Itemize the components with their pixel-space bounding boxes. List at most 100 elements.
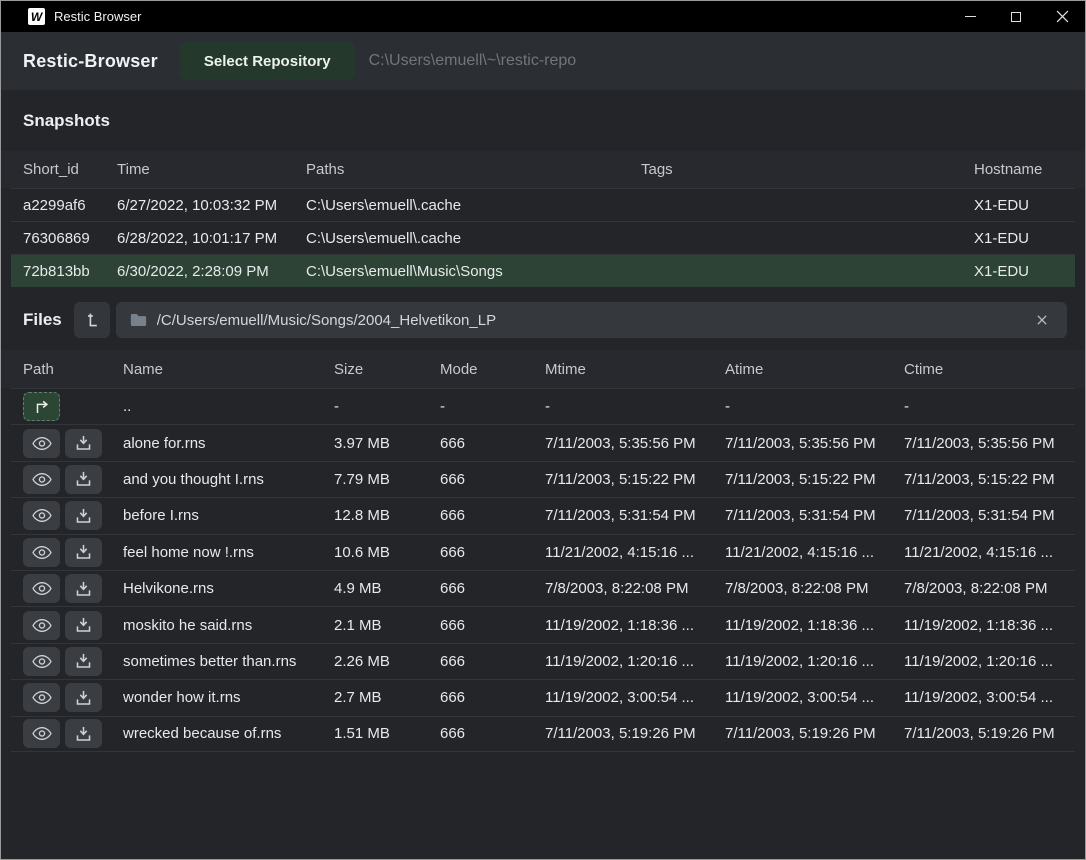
download-file-button[interactable] <box>65 501 102 530</box>
eye-icon <box>32 436 52 451</box>
column-paths: Paths <box>294 161 629 178</box>
file-cell-mode: 666 <box>428 653 533 670</box>
download-file-button[interactable] <box>65 647 102 676</box>
snapshot-row[interactable]: 72b813bb6/30/2022, 2:28:09 PMC:\Users\em… <box>11 254 1075 287</box>
eye-icon <box>32 508 52 523</box>
current-path-text: /C/Users/emuell/Music/Songs/2004_Helveti… <box>157 312 496 329</box>
download-icon <box>75 617 92 633</box>
tree-view-toggle-button[interactable] <box>74 302 110 338</box>
eye-icon <box>32 472 52 487</box>
file-cell-mtime: 7/11/2003, 5:15:22 PM <box>533 471 713 488</box>
minimize-button[interactable] <box>947 1 993 32</box>
download-icon <box>75 726 92 742</box>
snapshot-cell-hostname: X1-EDU <box>962 263 1075 280</box>
download-file-button[interactable] <box>65 574 102 603</box>
file-cell-atime: 7/11/2003, 5:31:54 PM <box>713 507 892 524</box>
select-repository-button[interactable]: Select Repository <box>180 42 355 80</box>
go-up-button[interactable] <box>23 392 60 421</box>
column-ctime: Ctime <box>892 361 1075 378</box>
file-cell-mtime: 7/11/2003, 5:35:56 PM <box>533 435 713 452</box>
file-cell-size: 7.79 MB <box>322 471 428 488</box>
snapshot-cell-hostname: X1-EDU <box>962 197 1075 214</box>
snapshot-cell-time: 6/27/2022, 10:03:32 PM <box>105 197 294 214</box>
file-cell-atime: 11/21/2002, 4:15:16 ... <box>713 544 892 561</box>
file-cell-name: sometimes better than.rns <box>111 653 322 670</box>
file-cell-size: - <box>322 398 428 415</box>
download-file-button[interactable] <box>65 683 102 712</box>
file-cell-ctime: 7/8/2003, 8:22:08 PM <box>892 580 1075 597</box>
file-cell-name: moskito he said.rns <box>111 617 322 634</box>
eye-icon <box>32 545 52 560</box>
preview-file-button[interactable] <box>23 574 60 603</box>
file-cell-atime: 7/11/2003, 5:35:56 PM <box>713 435 892 452</box>
snapshot-row[interactable]: a2299af66/27/2022, 10:03:32 PMC:\Users\e… <box>11 188 1075 221</box>
eye-icon <box>32 618 52 633</box>
download-file-button[interactable] <box>65 429 102 458</box>
file-actions <box>11 719 111 748</box>
preview-file-button[interactable] <box>23 429 60 458</box>
snapshots-table-body: a2299af66/27/2022, 10:03:32 PMC:\Users\e… <box>1 188 1085 287</box>
file-row: Helvikone.rns4.9 MB6667/8/2003, 8:22:08 … <box>11 570 1075 606</box>
file-cell-size: 3.97 MB <box>322 435 428 452</box>
download-icon <box>75 471 92 487</box>
column-path: Path <box>11 361 111 378</box>
file-row: and you thought I.rns7.79 MB6667/11/2003… <box>11 461 1075 497</box>
column-tags: Tags <box>629 161 962 178</box>
file-cell-name: before I.rns <box>111 507 322 524</box>
eye-icon <box>32 654 52 669</box>
window-title: Restic Browser <box>54 9 141 24</box>
file-actions <box>11 683 111 712</box>
preview-file-button[interactable] <box>23 465 60 494</box>
preview-file-button[interactable] <box>23 719 60 748</box>
file-cell-ctime: 11/19/2002, 3:00:54 ... <box>892 689 1075 706</box>
file-cell-mtime: 7/11/2003, 5:31:54 PM <box>533 507 713 524</box>
file-cell-size: 10.6 MB <box>322 544 428 561</box>
file-cell-name: and you thought I.rns <box>111 471 322 488</box>
eye-icon <box>32 726 52 741</box>
file-cell-mode: 666 <box>428 435 533 452</box>
file-cell-ctime: 7/11/2003, 5:31:54 PM <box>892 507 1075 524</box>
file-actions <box>11 392 111 421</box>
snapshot-cell-paths: C:\Users\emuell\Music\Songs <box>294 263 629 280</box>
folder-icon <box>130 313 147 327</box>
file-cell-atime: 7/11/2003, 5:19:26 PM <box>713 725 892 742</box>
download-file-button[interactable] <box>65 538 102 567</box>
preview-file-button[interactable] <box>23 538 60 567</box>
titlebar-left: W Restic Browser <box>1 8 141 25</box>
file-cell-name: Helvikone.rns <box>111 580 322 597</box>
file-cell-ctime: 7/11/2003, 5:19:26 PM <box>892 725 1075 742</box>
snapshot-cell-paths: C:\Users\emuell\.cache <box>294 197 629 214</box>
download-icon <box>75 690 92 706</box>
close-button[interactable] <box>1039 1 1085 32</box>
file-cell-ctime: 11/21/2002, 4:15:16 ... <box>892 544 1075 561</box>
file-row: moskito he said.rns2.1 MB666 11/19/2002, … <box>11 606 1075 642</box>
preview-file-button[interactable] <box>23 611 60 640</box>
file-actions <box>11 429 111 458</box>
maximize-button[interactable] <box>993 1 1039 32</box>
file-cell-ctime: 7/11/2003, 5:15:22 PM <box>892 471 1075 488</box>
file-actions <box>11 574 111 603</box>
snapshot-row[interactable]: 763068696/28/2022, 10:01:17 PMC:\Users\e… <box>11 221 1075 254</box>
download-file-button[interactable] <box>65 719 102 748</box>
file-cell-mode: 666 <box>428 689 533 706</box>
snapshot-cell-time: 6/28/2022, 10:01:17 PM <box>105 230 294 247</box>
file-row: sometimes better than.rns2.26 MB666 11/19… <box>11 643 1075 679</box>
preview-file-button[interactable] <box>23 501 60 530</box>
clear-path-button[interactable] <box>1031 309 1053 331</box>
file-cell-ctime: - <box>892 398 1075 415</box>
file-cell-name: alone for.rns <box>111 435 322 452</box>
download-file-button[interactable] <box>65 465 102 494</box>
file-cell-mtime: 7/8/2003, 8:22:08 PM <box>533 580 713 597</box>
file-cell-atime: 11/19/2002, 1:18:36 ... <box>713 617 892 634</box>
snapshot-cell-time: 6/30/2022, 2:28:09 PM <box>105 263 294 280</box>
file-cell-size: 2.26 MB <box>322 653 428 670</box>
file-cell-mode: 666 <box>428 617 533 634</box>
preview-file-button[interactable] <box>23 647 60 676</box>
app-title: Restic-Browser <box>23 51 158 72</box>
file-cell-size: 2.1 MB <box>322 617 428 634</box>
column-size: Size <box>322 361 428 378</box>
download-file-button[interactable] <box>65 611 102 640</box>
file-cell-atime: 11/19/2002, 1:20:16 ... <box>713 653 892 670</box>
preview-file-button[interactable] <box>23 683 60 712</box>
file-actions <box>11 538 111 567</box>
